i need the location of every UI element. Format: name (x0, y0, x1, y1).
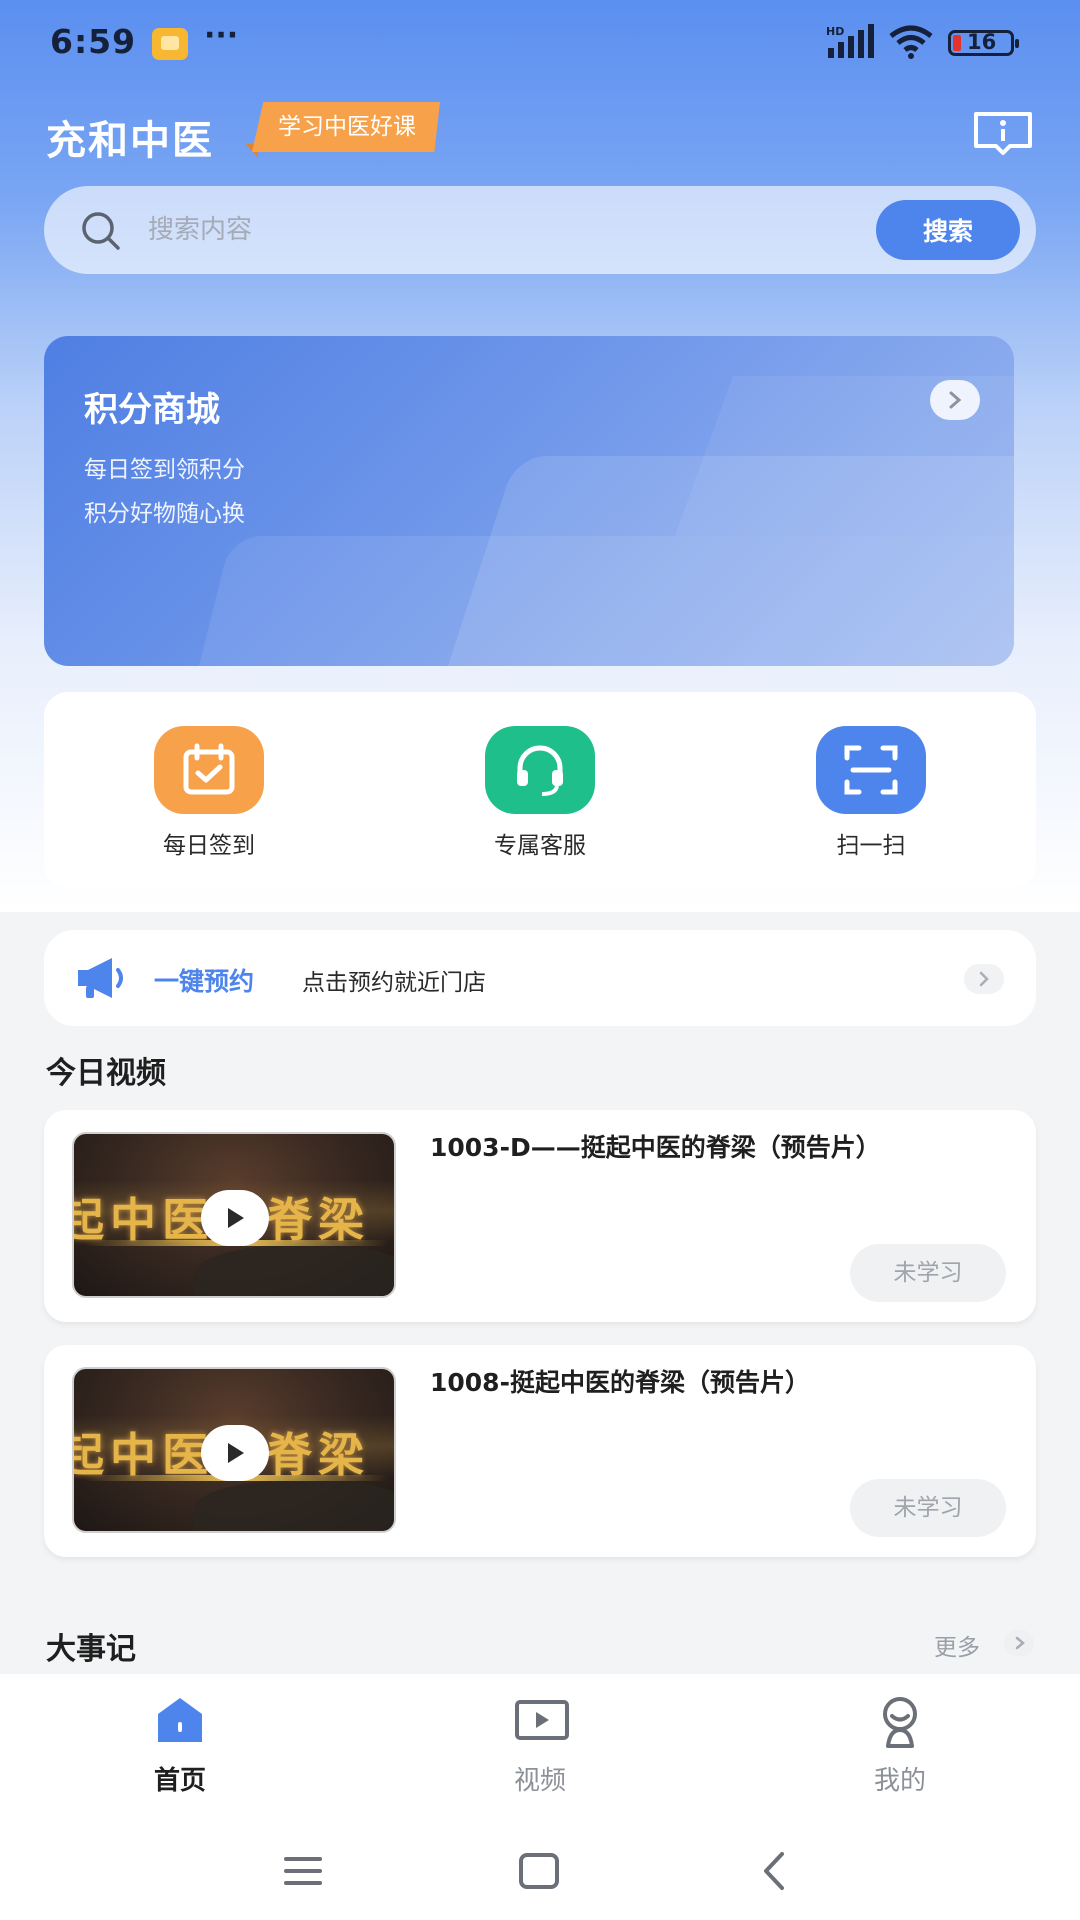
banner-subtitle-2: 积分好物随心换 (84, 501, 245, 527)
video-thumbnail[interactable]: 起中医的脊梁 (72, 1367, 396, 1533)
search-input[interactable] (148, 208, 848, 252)
cellular-signal-icon: HD (826, 24, 874, 58)
calendar-check-icon (154, 726, 264, 814)
points-mall-banner[interactable]: 积分商城 每日签到领积分 积分好物随心换 (44, 336, 1014, 666)
video-card[interactable]: 起中医的脊梁 1003-D——挺起中医的脊梁（预告片） 未学习 (44, 1110, 1036, 1322)
megaphone-icon (78, 958, 123, 998)
profile-icon (883, 1697, 917, 1748)
play-icon[interactable] (201, 1425, 269, 1481)
video-title: 1003-D——挺起中医的脊梁（预告片） (430, 1133, 881, 1162)
banner-chevron-right-icon[interactable] (930, 380, 980, 420)
nav-tab-home[interactable]: 首页 (100, 1696, 260, 1806)
quick-action-label: 专属客服 (494, 833, 586, 859)
message-info-icon[interactable] (972, 110, 1034, 156)
quick-action-label: 扫一扫 (836, 833, 906, 859)
nav-label: 视频 (513, 1766, 566, 1796)
video-title: 1008-挺起中医的脊梁（预告片） (430, 1368, 810, 1397)
home-square-icon[interactable] (518, 1852, 560, 1890)
events-more-link[interactable]: 更多 (934, 1628, 980, 1662)
notification-app-icon (152, 28, 188, 60)
status-bar: 6:59 ··· HD 16 (0, 0, 1080, 90)
nav-tab-video[interactable]: 视频 (460, 1696, 620, 1806)
video-card[interactable]: 起中医的脊梁 1008-挺起中医的脊梁（预告片） 未学习 (44, 1345, 1036, 1557)
back-icon[interactable] (758, 1850, 788, 1892)
menu-icon[interactable] (282, 1854, 324, 1888)
nav-label: 首页 (153, 1766, 206, 1796)
quick-action-scan[interactable]: 扫一扫 (801, 726, 941, 866)
nav-tab-profile[interactable]: 我的 (820, 1696, 980, 1806)
scan-icon (816, 726, 926, 814)
headset-icon (485, 726, 595, 814)
more-notifications-icon: ··· (204, 18, 239, 53)
system-navigation-bar (0, 1820, 1080, 1920)
appointment-title: 一键预约 (154, 967, 255, 996)
more-chevron-right-icon[interactable] (1004, 1630, 1034, 1656)
status-time: 6:59 (50, 22, 137, 61)
slogan-tag: 学习中医好课 (252, 102, 440, 152)
study-status-badge: 未学习 (850, 1244, 1006, 1302)
quick-action-daily-checkin[interactable]: 每日签到 (139, 726, 279, 866)
quick-action-customer-service[interactable]: 专属客服 (470, 726, 610, 866)
app-title: 充和中医 (46, 118, 214, 164)
appointment-description: 点击预约就近门店 (302, 970, 486, 996)
search-icon (82, 212, 120, 250)
events-title: 大事记 (46, 1632, 136, 1667)
quick-action-label: 每日签到 (163, 833, 255, 859)
nav-label: 我的 (873, 1766, 926, 1796)
play-icon[interactable] (201, 1190, 269, 1246)
signal-hd-label: HD (826, 25, 844, 38)
appointment-chevron-right-icon[interactable] (964, 964, 1004, 994)
search-button[interactable]: 搜索 (876, 200, 1020, 260)
wifi-icon (889, 25, 933, 59)
battery-level: 16 (967, 30, 997, 54)
battery-icon: 16 (948, 30, 1019, 56)
home-icon (158, 1698, 202, 1742)
today-videos-title: 今日视频 (46, 1056, 166, 1091)
banner-subtitle-1: 每日签到领积分 (84, 457, 245, 483)
banner-title: 积分商城 (84, 390, 220, 430)
study-status-badge: 未学习 (850, 1479, 1006, 1537)
video-icon (515, 1700, 569, 1740)
video-thumbnail[interactable]: 起中医的脊梁 (72, 1132, 396, 1298)
